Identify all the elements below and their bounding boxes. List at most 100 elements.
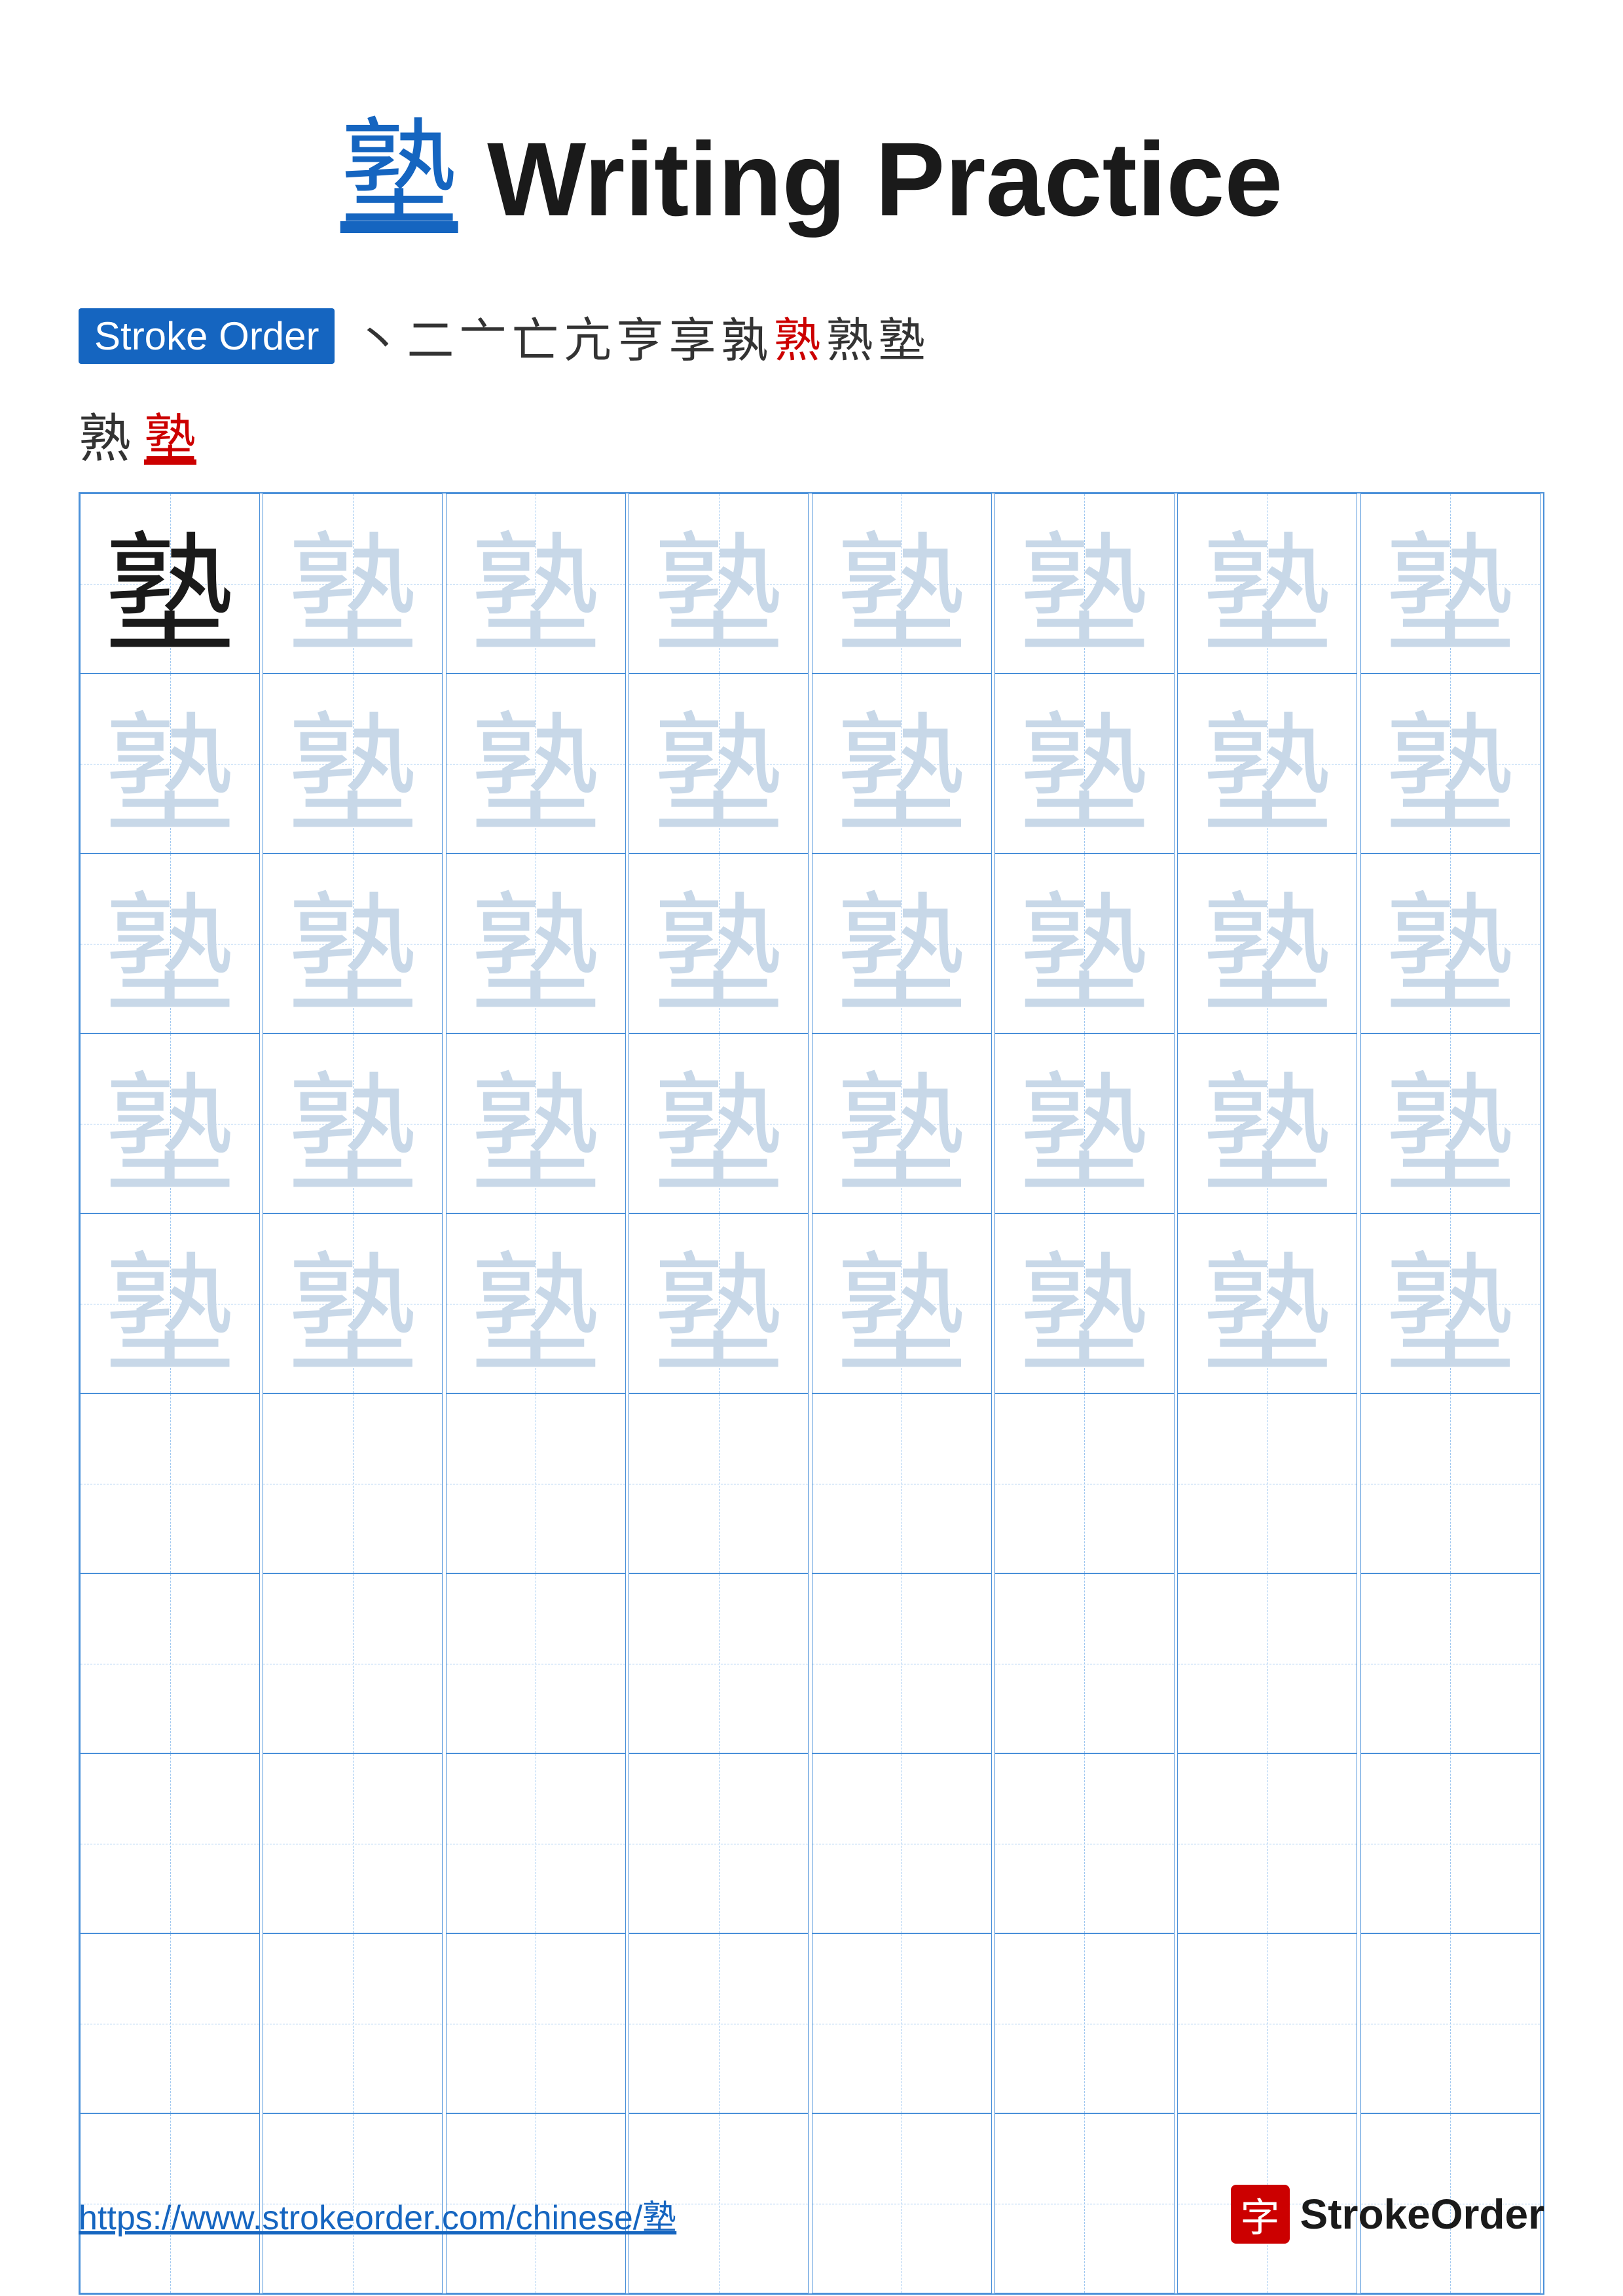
grid-cell-r9c3[interactable]: [446, 1933, 626, 2113]
stroke-char-5: 亢: [564, 302, 611, 370]
grid-cell-r1c5[interactable]: 塾: [812, 493, 992, 673]
grid-cell-r9c1[interactable]: [80, 1933, 260, 2113]
grid-char: 塾: [836, 1033, 967, 1213]
grid-cell-r7c6[interactable]: [994, 1573, 1175, 1753]
grid-char: 塾: [470, 853, 601, 1033]
grid-cell-r5c5[interactable]: 塾: [812, 1213, 992, 1393]
grid-char: 塾: [1202, 493, 1333, 673]
grid-cell-r6c7[interactable]: [1177, 1393, 1357, 1573]
grid-cell-r7c3[interactable]: [446, 1573, 626, 1753]
grid-cell-r7c8[interactable]: [1360, 1573, 1541, 1753]
grid-char: 塾: [836, 493, 967, 673]
grid-char: 塾: [1385, 493, 1516, 673]
grid-cell-r6c3[interactable]: [446, 1393, 626, 1573]
grid-char: 塾: [470, 1033, 601, 1213]
grid-cell-r1c4[interactable]: 塾: [629, 493, 809, 673]
grid-cell-r5c8[interactable]: 塾: [1360, 1213, 1541, 1393]
grid-char: 塾: [1385, 1033, 1516, 1213]
stroke-char-9: 熟: [774, 302, 821, 370]
grid-cell-r3c6[interactable]: 塾: [994, 853, 1175, 1033]
grid-cell-r3c3[interactable]: 塾: [446, 853, 626, 1033]
grid-char: 塾: [653, 1033, 784, 1213]
grid-cell-r2c6[interactable]: 塾: [994, 673, 1175, 853]
grid-cell-r7c7[interactable]: [1177, 1573, 1357, 1753]
grid-cell-r3c2[interactable]: 塾: [263, 853, 443, 1033]
grid-cell-r8c4[interactable]: [629, 1753, 809, 1933]
grid-cell-r3c4[interactable]: 塾: [629, 853, 809, 1033]
grid-char: 塾: [287, 493, 418, 673]
grid-cell-r2c8[interactable]: 塾: [1360, 673, 1541, 853]
grid-cell-r4c2[interactable]: 塾: [263, 1033, 443, 1213]
grid-cell-r7c1[interactable]: [80, 1573, 260, 1753]
grid-cell-r1c2[interactable]: 塾: [263, 493, 443, 673]
stroke-row2-char-2: 塾: [144, 397, 196, 473]
grid-cell-r9c5[interactable]: [812, 1933, 992, 2113]
grid-cell-r9c7[interactable]: [1177, 1933, 1357, 2113]
grid-cell-r7c4[interactable]: [629, 1573, 809, 1753]
grid-char: 塾: [1202, 1033, 1333, 1213]
grid-cell-r2c1[interactable]: 塾: [80, 673, 260, 853]
grid-cell-r6c4[interactable]: [629, 1393, 809, 1573]
grid-cell-r4c4[interactable]: 塾: [629, 1033, 809, 1213]
grid-cell-r4c8[interactable]: 塾: [1360, 1033, 1541, 1213]
grid-cell-r3c1[interactable]: 塾: [80, 853, 260, 1033]
stroke-char-6: 亨: [617, 302, 664, 370]
grid-cell-r6c8[interactable]: [1360, 1393, 1541, 1573]
grid-cell-r2c2[interactable]: 塾: [263, 673, 443, 853]
grid-cell-r8c8[interactable]: [1360, 1753, 1541, 1933]
grid-cell-r8c5[interactable]: [812, 1753, 992, 1933]
grid-cell-r4c7[interactable]: 塾: [1177, 1033, 1357, 1213]
grid-cell-r7c2[interactable]: [263, 1573, 443, 1753]
grid-cell-r9c4[interactable]: [629, 1933, 809, 2113]
grid-cell-r3c8[interactable]: 塾: [1360, 853, 1541, 1033]
grid-cell-r4c3[interactable]: 塾: [446, 1033, 626, 1213]
grid-char: 塾: [653, 853, 784, 1033]
grid-cell-r7c5[interactable]: [812, 1573, 992, 1753]
grid-cell-r8c2[interactable]: [263, 1753, 443, 1933]
footer-url[interactable]: https://www.strokeorder.com/chinese/塾: [79, 2190, 676, 2239]
grid-cell-r5c4[interactable]: 塾: [629, 1213, 809, 1393]
grid-char: 塾: [1385, 673, 1516, 853]
grid-cell-r9c6[interactable]: [994, 1933, 1175, 2113]
grid-cell-r8c6[interactable]: [994, 1753, 1175, 1933]
grid-cell-r9c8[interactable]: [1360, 1933, 1541, 2113]
grid-cell-r3c7[interactable]: 塾: [1177, 853, 1357, 1033]
practice-grid: 塾 塾 塾 塾 塾 塾 塾 塾 塾 塾 塾 塾 塾 塾 塾 塾 塾 塾 塾 塾 …: [79, 492, 1544, 2295]
stroke-row2: 熟 塾: [79, 397, 1544, 473]
grid-cell-r1c6[interactable]: 塾: [994, 493, 1175, 673]
grid-cell-r8c7[interactable]: [1177, 1753, 1357, 1933]
grid-cell-r9c2[interactable]: [263, 1933, 443, 2113]
grid-char: 塾: [104, 493, 235, 673]
grid-cell-r5c3[interactable]: 塾: [446, 1213, 626, 1393]
grid-cell-r1c7[interactable]: 塾: [1177, 493, 1357, 673]
grid-cell-r3c5[interactable]: 塾: [812, 853, 992, 1033]
grid-cell-r2c4[interactable]: 塾: [629, 673, 809, 853]
grid-cell-r4c5[interactable]: 塾: [812, 1033, 992, 1213]
footer: https://www.strokeorder.com/chinese/塾 字 …: [79, 2185, 1544, 2244]
grid-cell-r2c5[interactable]: 塾: [812, 673, 992, 853]
grid-char: 塾: [470, 673, 601, 853]
grid-cell-r6c1[interactable]: [80, 1393, 260, 1573]
grid-cell-r5c1[interactable]: 塾: [80, 1213, 260, 1393]
grid-cell-r6c6[interactable]: [994, 1393, 1175, 1573]
grid-cell-r5c2[interactable]: 塾: [263, 1213, 443, 1393]
grid-cell-r6c5[interactable]: [812, 1393, 992, 1573]
grid-cell-r4c1[interactable]: 塾: [80, 1033, 260, 1213]
stroke-char-10: 熟: [826, 302, 873, 370]
grid-cell-r8c3[interactable]: [446, 1753, 626, 1933]
grid-cell-r5c6[interactable]: 塾: [994, 1213, 1175, 1393]
grid-cell-r2c7[interactable]: 塾: [1177, 673, 1357, 853]
grid-cell-r2c3[interactable]: 塾: [446, 673, 626, 853]
grid-cell-r1c1[interactable]: 塾: [80, 493, 260, 673]
stroke-char-11: 塾: [879, 302, 926, 370]
grid-cell-r6c2[interactable]: [263, 1393, 443, 1573]
grid-cell-r8c1[interactable]: [80, 1753, 260, 1933]
grid-char: 塾: [287, 1033, 418, 1213]
grid-cell-r4c6[interactable]: 塾: [994, 1033, 1175, 1213]
grid-cell-r5c7[interactable]: 塾: [1177, 1213, 1357, 1393]
grid-cell-r1c8[interactable]: 塾: [1360, 493, 1541, 673]
strokeorder-logo-icon: 字: [1231, 2185, 1290, 2244]
grid-char: 塾: [287, 673, 418, 853]
logo-char: 字: [1241, 2186, 1280, 2243]
grid-cell-r1c3[interactable]: 塾: [446, 493, 626, 673]
